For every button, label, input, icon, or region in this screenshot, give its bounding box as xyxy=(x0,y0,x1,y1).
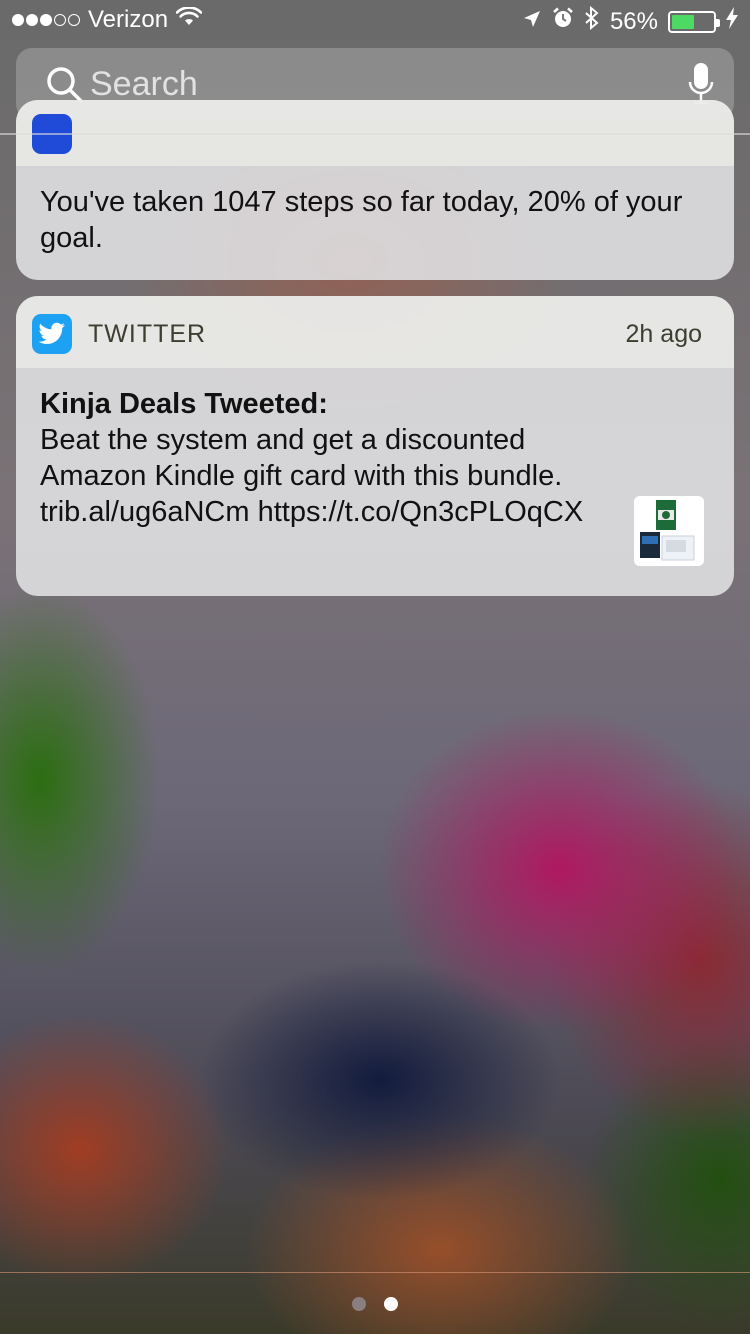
notification-time: 2h ago xyxy=(625,320,702,348)
signal-dot xyxy=(12,14,24,26)
search-input[interactable]: Search xyxy=(90,65,198,104)
notification-body: You've taken 1047 steps so far today, 20… xyxy=(40,186,683,254)
status-right: 56% xyxy=(522,5,738,37)
charging-bolt-icon xyxy=(726,7,738,36)
dock-separator xyxy=(0,1272,750,1273)
attachment-thumbnail[interactable] xyxy=(634,496,704,566)
signal-dot xyxy=(26,14,38,26)
search-divider xyxy=(0,133,750,135)
battery-percent: 56% xyxy=(609,7,658,35)
notification-card[interactable]: You've taken 1047 steps so far today, 20… xyxy=(16,100,734,280)
signal-dot xyxy=(68,14,80,26)
status-bar: Verizon 56% xyxy=(0,0,750,40)
location-arrow-icon xyxy=(522,8,542,36)
page-dot[interactable] xyxy=(352,1297,366,1311)
twitter-bird-icon xyxy=(32,314,72,354)
page-dot[interactable] xyxy=(384,1297,398,1311)
bluetooth-icon xyxy=(584,5,600,37)
signal-strength-icon xyxy=(12,14,80,26)
carrier-name: Verizon xyxy=(88,6,169,33)
alarm-icon xyxy=(552,7,574,36)
battery-fill xyxy=(672,14,695,29)
notification-text: Beat the system and get a discounted Ama… xyxy=(40,424,584,528)
battery-tip xyxy=(716,18,720,27)
notification-card-twitter[interactable]: TWITTER 2h ago Kinja Deals Tweeted: Beat… xyxy=(16,296,734,596)
notification-header: TWITTER 2h ago xyxy=(16,296,734,368)
signal-dot xyxy=(40,14,52,26)
notification-body: Kinja Deals Tweeted: Beat the system and… xyxy=(16,368,734,530)
battery-icon xyxy=(668,10,720,33)
status-left: Verizon xyxy=(12,6,203,34)
page-indicator[interactable] xyxy=(352,1297,398,1311)
notification-title: Kinja Deals Tweeted: xyxy=(40,388,328,420)
app-name: TWITTER xyxy=(88,320,207,348)
wifi-icon xyxy=(175,6,203,34)
signal-dot xyxy=(54,14,66,26)
